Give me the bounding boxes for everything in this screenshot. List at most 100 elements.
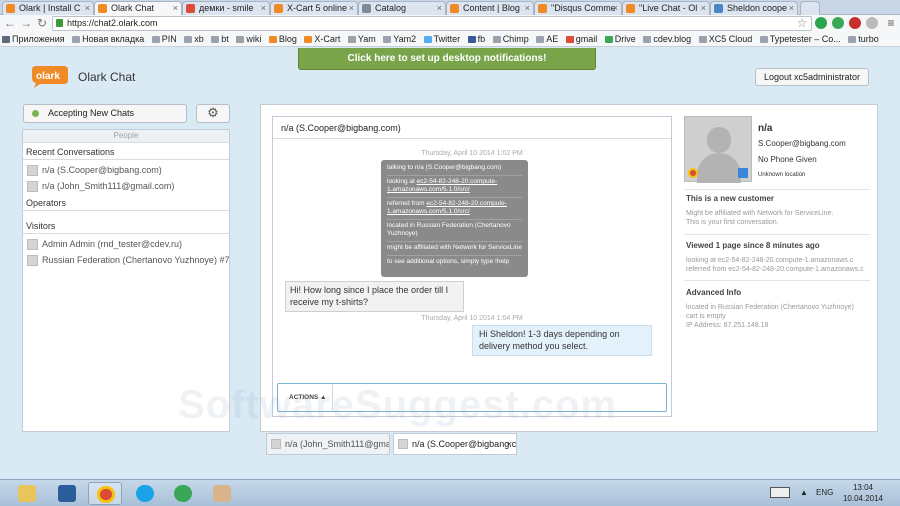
close-tab-icon[interactable]: × bbox=[349, 2, 354, 14]
clock[interactable]: 13:04 10.04.2014 bbox=[838, 482, 888, 504]
browser-tab[interactable]: Catalog × bbox=[358, 1, 446, 15]
bookmark-item[interactable]: XC5 Cloud bbox=[697, 33, 756, 46]
olark-favicon-icon bbox=[98, 4, 107, 13]
visitor-info-box: talking to n/a (S.Cooper@bigbang.com) lo… bbox=[381, 160, 528, 277]
info-located: located in Russian Federation (Chertanov… bbox=[387, 220, 522, 242]
extension-icon[interactable] bbox=[849, 17, 861, 29]
close-tab-icon[interactable]: × bbox=[789, 2, 794, 14]
bookmark-item[interactable]: PIN bbox=[150, 33, 180, 46]
lock-icon bbox=[56, 19, 63, 27]
browser-tab[interactable]: Sheldon coope × bbox=[710, 1, 798, 15]
extension-icon[interactable] bbox=[815, 17, 827, 29]
chat-tab[interactable]: n/a (John_Smith111@gma bbox=[266, 433, 390, 455]
bookmark-item[interactable]: bt bbox=[209, 33, 232, 46]
close-chat-icon[interactable]: × bbox=[507, 434, 512, 454]
taskbar-chrome[interactable] bbox=[88, 482, 122, 505]
url-input[interactable]: https://chat2.olark.com bbox=[52, 16, 812, 31]
bookmark-item[interactable]: cdev.blog bbox=[641, 33, 694, 46]
avatar-icon bbox=[27, 239, 38, 250]
svg-text:olark: olark bbox=[36, 71, 60, 82]
close-tab-icon[interactable]: × bbox=[613, 2, 618, 14]
browser-tab[interactable]: Content | Blog × bbox=[446, 1, 534, 15]
conversation-item[interactable]: n/a (John_Smith111@gmail.com) bbox=[23, 178, 229, 194]
page-icon bbox=[383, 36, 392, 43]
bookmark-star-icon[interactable]: ☆ bbox=[795, 16, 809, 30]
page-icon bbox=[698, 36, 707, 43]
tray-expand-icon[interactable]: ▲ bbox=[800, 488, 808, 497]
bookmark-item[interactable]: turbo bbox=[846, 33, 882, 46]
conversation-item[interactable]: n/a (S.Cooper@bigbang.com) bbox=[23, 162, 229, 178]
taskbar-explorer[interactable] bbox=[10, 482, 44, 505]
new-tab-button[interactable] bbox=[800, 1, 820, 15]
browser-tab-active[interactable]: Olark Chat × bbox=[94, 1, 182, 16]
close-tab-icon[interactable]: × bbox=[701, 2, 706, 14]
chat-title: n/a (S.Cooper@bigbang.com) bbox=[273, 117, 671, 139]
taskbar-hangouts[interactable] bbox=[166, 482, 200, 505]
close-tab-icon[interactable]: × bbox=[85, 2, 90, 14]
chrome-icon bbox=[97, 486, 115, 503]
reload-icon[interactable]: ↻ bbox=[35, 16, 49, 30]
browser-tab[interactable]: "Live Chat - Ol × bbox=[622, 1, 710, 15]
watermark: SoftwareSuggest.com bbox=[178, 383, 618, 427]
browser-tab[interactable]: Olark | Install C × bbox=[2, 1, 94, 15]
skype-favicon-icon bbox=[714, 4, 723, 13]
avatar-icon bbox=[27, 255, 38, 266]
visitor-email: S.Cooper@bigbang.com bbox=[758, 139, 846, 148]
desktop-notifications-banner[interactable]: Click here to set up desktop notificatio… bbox=[298, 48, 596, 70]
extension-icon[interactable] bbox=[832, 17, 844, 29]
windows-taskbar: ▲ ENG 13:04 10.04.2014 bbox=[0, 479, 900, 506]
skype-icon bbox=[136, 485, 154, 502]
keyboard-icon[interactable] bbox=[770, 487, 790, 498]
hangouts-icon bbox=[174, 485, 192, 502]
back-icon[interactable]: ← bbox=[3, 16, 17, 30]
close-tab-icon[interactable]: × bbox=[261, 2, 266, 14]
taskbar-paint[interactable] bbox=[205, 482, 239, 505]
bookmark-item[interactable]: Drive bbox=[603, 33, 639, 46]
close-tab-icon[interactable]: × bbox=[173, 2, 178, 14]
taskbar-skype[interactable] bbox=[128, 482, 162, 505]
taskbar-desktop[interactable] bbox=[50, 482, 84, 505]
bookmark-item[interactable]: Twitter bbox=[422, 33, 464, 46]
info-help: to see additional options, simply type !… bbox=[387, 258, 510, 265]
settings-button[interactable]: ⚙ bbox=[196, 104, 230, 123]
extension-icon[interactable] bbox=[866, 17, 878, 29]
visitor-item[interactable]: Admin Admin (rnd_tester@cdev.ru) bbox=[23, 236, 229, 252]
bookmark-item[interactable]: wiki bbox=[234, 33, 264, 46]
bookmark-item[interactable]: Chimp bbox=[491, 33, 532, 46]
close-tab-icon[interactable]: × bbox=[525, 2, 530, 14]
bookmark-item[interactable]: X-Cart bbox=[302, 33, 343, 46]
bookmark-item[interactable]: Приложения bbox=[0, 33, 68, 46]
timestamp: Thursday, April 10 2014 1:04 PM bbox=[421, 315, 523, 322]
browser-tab[interactable]: X-Cart 5 online × bbox=[270, 1, 358, 15]
language-indicator[interactable]: ENG bbox=[816, 488, 833, 497]
bookmark-item[interactable]: Yam bbox=[346, 33, 379, 46]
visitors-title: Visitors bbox=[23, 217, 229, 234]
bookmark-item[interactable]: fb bbox=[466, 33, 489, 46]
page-icon bbox=[536, 36, 545, 43]
visitor-item[interactable]: Russian Federation (Chertanovo Yuzhnoye)… bbox=[23, 252, 229, 268]
bookmark-item[interactable]: xb bbox=[182, 33, 207, 46]
new-customer-title: This is a new customer bbox=[686, 194, 775, 203]
bookmark-item[interactable]: AE bbox=[534, 33, 561, 46]
close-tab-icon[interactable]: × bbox=[437, 2, 442, 14]
page-icon bbox=[151, 36, 160, 43]
chat-tab-active[interactable]: n/a (S.Cooper@bigbang.c × bbox=[393, 433, 517, 455]
page-icon bbox=[211, 36, 220, 43]
blog-icon bbox=[268, 36, 277, 43]
bookmark-item[interactable]: Yam2 bbox=[381, 33, 419, 46]
bookmark-item[interactable]: Blog bbox=[267, 33, 300, 46]
status-button[interactable]: Accepting New Chats bbox=[23, 104, 187, 123]
timestamp: Thursday, April 10 2014 1:02 PM bbox=[421, 150, 523, 157]
browser-tab[interactable]: "Disqus Comme × bbox=[534, 1, 622, 15]
info-referred: referred from ec2-54-82-248-20.compute-1… bbox=[387, 198, 522, 220]
browser-tab[interactable]: демки - smile × bbox=[182, 1, 270, 15]
visitor-avatar bbox=[684, 116, 752, 183]
menu-icon[interactable]: ≡ bbox=[884, 16, 898, 30]
bookmark-item[interactable]: Typetester – Co... bbox=[758, 33, 844, 46]
monitor-icon bbox=[58, 485, 76, 502]
avatar-icon bbox=[27, 181, 38, 192]
logout-button[interactable]: Logout xc5administrator bbox=[755, 68, 869, 86]
bookmark-item[interactable]: gmail bbox=[564, 33, 601, 46]
bookmark-item[interactable]: Новая вкладка bbox=[70, 33, 147, 46]
forward-icon[interactable]: → bbox=[19, 16, 33, 30]
